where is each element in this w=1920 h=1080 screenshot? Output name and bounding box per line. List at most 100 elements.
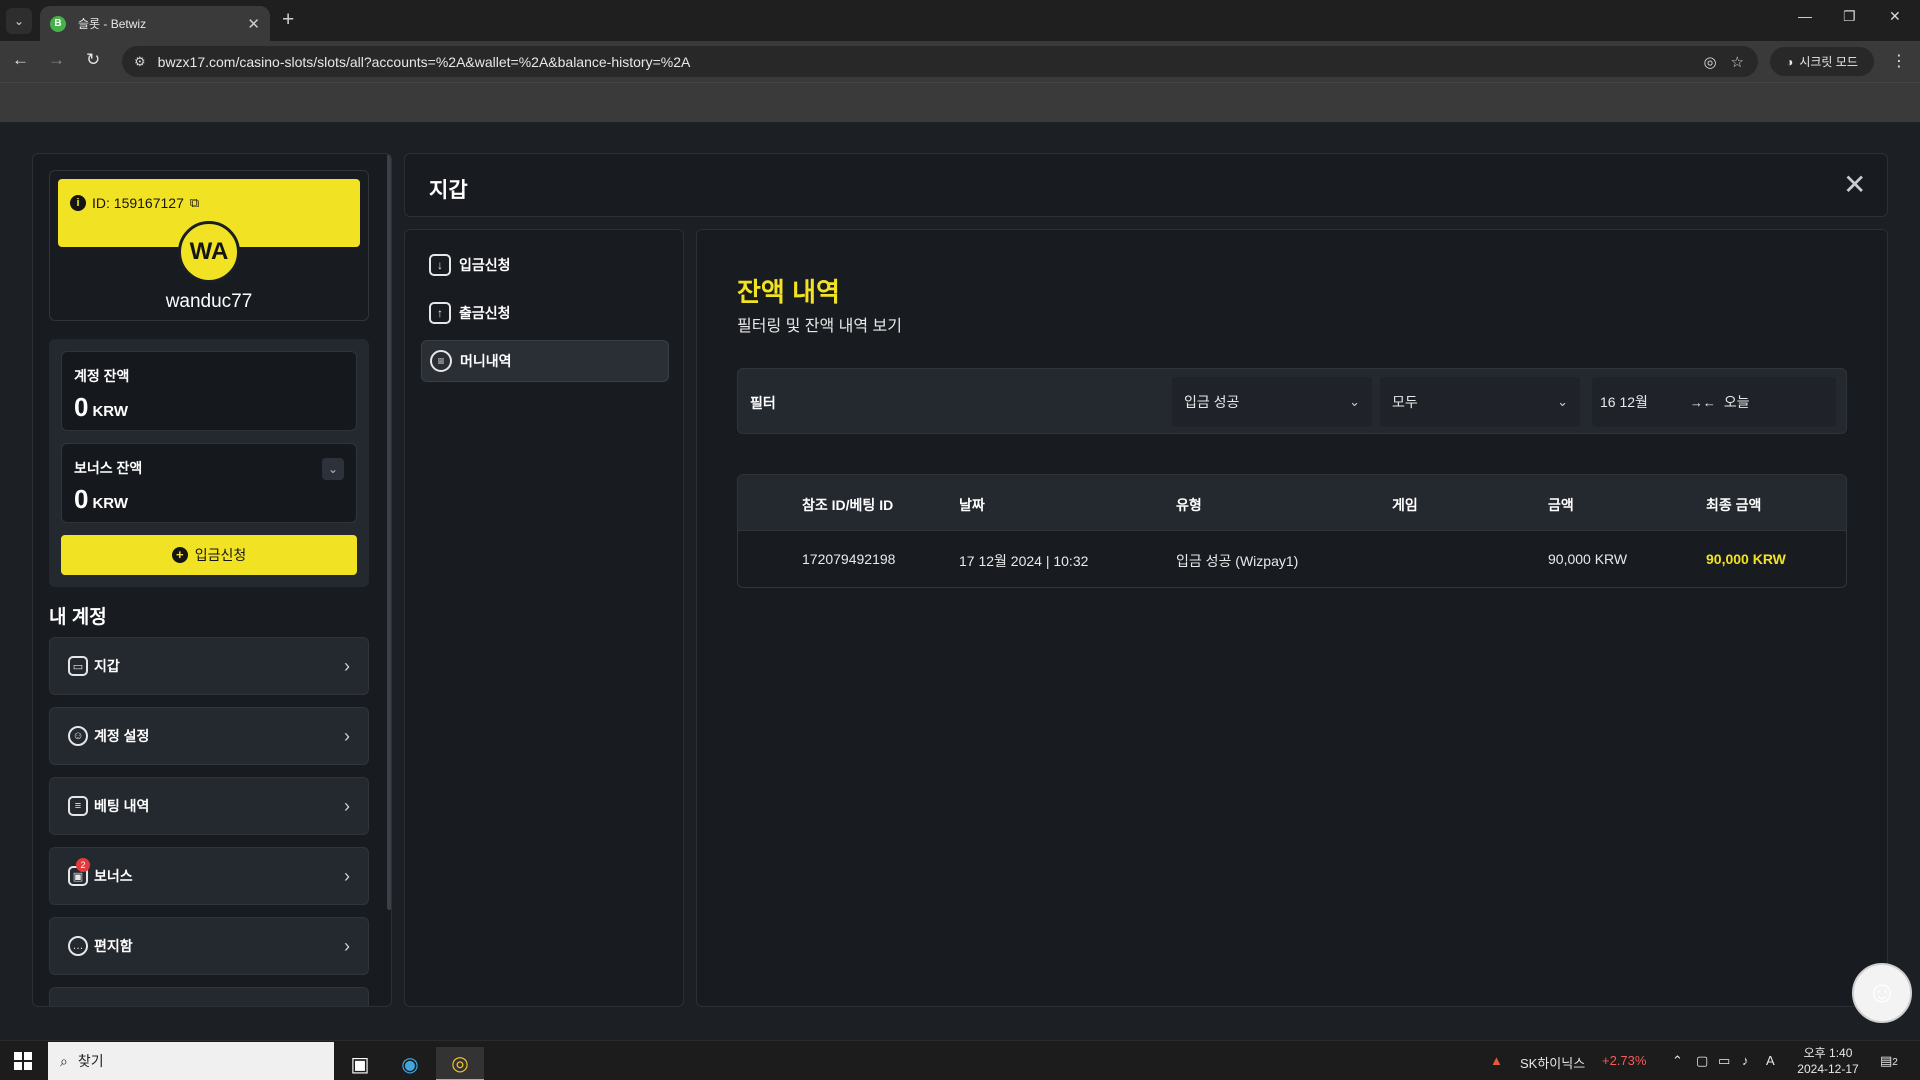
task-view-icon[interactable]: ▣ <box>336 1047 384 1080</box>
sidebar-item-bonus[interactable]: ▣ 2 보너스 › <box>49 847 369 905</box>
sidebar-scrollbar[interactable] <box>387 154 391 910</box>
forward-icon[interactable]: → <box>48 50 65 70</box>
notification-count: 2 <box>1892 1057 1898 1068</box>
sidebar-item-label: 베팅 내역 <box>94 798 150 814</box>
balances-panel: 계정 잔액 0 KRW 보너스 잔액 ⌄ 0 KRW + 입금신청 <box>49 339 369 587</box>
status-filter-value: 모두 <box>1392 394 1418 410</box>
sidebar-item-account-settings[interactable]: ☺ 계정 설정 › <box>49 707 369 765</box>
gift-icon: ▣ 2 <box>68 858 90 886</box>
bonus-balance-amount: 0 <box>74 484 89 514</box>
stock-widget-icon[interactable]: ▲ <box>1490 1053 1503 1068</box>
search-icon: ⌕ <box>60 1052 68 1069</box>
chevron-down-icon[interactable]: ⌄ <box>322 458 344 480</box>
deposit-button[interactable]: + 입금신청 <box>61 535 357 575</box>
browser-menu-icon[interactable]: ⋮ <box>1891 51 1907 71</box>
bonus-balance-value: 0 KRW <box>74 484 128 515</box>
date-range-picker[interactable]: 16 12월 →← 오늘 <box>1592 377 1836 427</box>
receipt-icon: ≡ <box>68 796 88 816</box>
close-tab-icon[interactable]: ✕ <box>247 15 260 33</box>
chat-assistant-avatar-icon[interactable]: ☺ <box>1852 963 1912 1023</box>
clock-date: 2024-12-17 <box>1797 1062 1859 1076</box>
copy-icon[interactable]: ⧉ <box>190 195 199 211</box>
address-bar[interactable]: ⚙ bwzx17.com/casino-slots/slots/all?acco… <box>122 46 1758 77</box>
star-icon[interactable]: ☆ <box>1731 53 1744 71</box>
account-balance-value: 0 KRW <box>74 392 128 423</box>
filter-bar: 필터 입금 성공 ⌄ 모두 ⌄ 16 12월 →← 오늘 <box>737 368 1847 434</box>
avatar: WA <box>178 221 240 283</box>
reload-icon[interactable]: ↻ <box>86 50 100 70</box>
bonus-badge: 2 <box>76 858 90 872</box>
chrome-icon[interactable]: ◎ <box>436 1047 484 1080</box>
status-filter-select[interactable]: 모두 ⌄ <box>1380 377 1580 427</box>
subnav-item-withdraw[interactable]: ↑ 출금신청 <box>421 292 669 334</box>
bonus-balance-label: 보너스 잔액 <box>74 460 143 476</box>
sidebar-item-more[interactable] <box>49 987 369 1006</box>
browser-tab[interactable]: B 슬롯 - Betwiz ✕ <box>40 6 270 41</box>
back-icon[interactable]: ← <box>12 50 29 70</box>
column-header: 금액 <box>1548 497 1574 513</box>
minimize-icon[interactable]: — <box>1798 8 1812 24</box>
ime-indicator[interactable]: A <box>1766 1053 1775 1068</box>
account-balance-card: 계정 잔액 0 KRW <box>61 351 357 431</box>
subnav-item-money-history[interactable]: ≡ 머니내역 <box>421 340 669 382</box>
column-header: 최종 금액 <box>1706 497 1762 513</box>
bonus-balance-unit: KRW <box>92 495 129 512</box>
tab-search-icon[interactable]: ⌄ <box>6 8 32 34</box>
sidebar-item-label: 보너스 <box>94 868 133 884</box>
volume-icon[interactable]: ♪ <box>1742 1053 1749 1068</box>
download-icon: ↓ <box>429 254 451 276</box>
sidebar-item-label: 편지함 <box>94 938 133 954</box>
date-cell: 17 12월 2024 | 10:32 <box>959 553 1089 569</box>
profile-id: i ID: 159167127 ⧉ <box>70 195 199 211</box>
balance-history-table: 참조 ID/베팅 ID 날짜 유형 게임 금액 최종 금액 1720794921… <box>737 474 1847 588</box>
tray-chevron-up-icon[interactable]: ⌃ <box>1672 1053 1683 1069</box>
sidebar-item-label: 지갑 <box>94 658 120 674</box>
incognito-indicator[interactable]: ◑ 시크릿 모드 <box>1770 47 1874 76</box>
plus-circle-icon: + <box>171 547 188 563</box>
subnav-item-label: 입금신청 <box>459 257 511 273</box>
page-title: 지갑 <box>429 179 468 202</box>
meet-icon[interactable]: ▢ <box>1696 1053 1708 1069</box>
type-filter-value: 입금 성공 <box>1184 394 1240 410</box>
site-info-icon[interactable]: ⚙ <box>134 54 146 70</box>
user-settings-icon: ☺ <box>68 726 88 746</box>
amount-cell: 90,000 KRW <box>1548 551 1628 567</box>
account-sidebar: i ID: 159167127 ⧉ WA wanduc77 계정 잔액 0 KRW… <box>32 153 392 1007</box>
notifications-icon[interactable]: ▤2 <box>1880 1053 1898 1069</box>
subnav-item-deposit[interactable]: ↓ 입금신청 <box>421 244 669 286</box>
account-balance-unit: KRW <box>92 403 129 420</box>
url-text[interactable]: bwzx17.com/casino-slots/slots/all?accoun… <box>158 54 1704 70</box>
stock-name[interactable]: SK하이닉스 <box>1520 1053 1585 1072</box>
restore-icon[interactable]: ❐ <box>1843 8 1856 25</box>
windows-start-icon[interactable] <box>14 1052 32 1070</box>
chevron-down-icon: ⌄ <box>1557 394 1568 409</box>
favicon-icon: B <box>50 15 66 32</box>
sidebar-item-inbox[interactable]: … 편지함 › <box>49 917 369 975</box>
sidebar-item-bet-history[interactable]: ≡ 베팅 내역 › <box>49 777 369 835</box>
incognito-label: 시크릿 모드 <box>1799 55 1858 69</box>
window-close-icon[interactable]: ✕ <box>1889 8 1901 25</box>
taskbar-clock[interactable]: 오후 1:40 2024-12-17 <box>1790 1045 1866 1077</box>
browser-tabstrip: ⌄ B 슬롯 - Betwiz ✕ + — ❐ ✕ <box>0 0 1920 41</box>
taskbar-search-label: 찾기 <box>77 1053 104 1069</box>
eye-off-icon[interactable]: ◎ <box>1703 53 1716 71</box>
new-tab-icon[interactable]: + <box>282 8 294 32</box>
taskbar-search[interactable]: ⌕ 찾기 <box>48 1042 334 1080</box>
column-header: 게임 <box>1392 497 1418 513</box>
table-row[interactable]: 172079492198 17 12월 2024 | 10:32 입금 성공 (… <box>738 531 1846 587</box>
username: wanduc77 <box>165 291 253 312</box>
date-from: 16 12월 <box>1600 394 1648 410</box>
message-icon: … <box>68 936 88 956</box>
final-amount-cell: 90,000 KRW <box>1706 551 1786 567</box>
sidebar-item-wallet[interactable]: ▭ 지갑 › <box>49 637 369 695</box>
network-icon[interactable]: ▭ <box>1718 1053 1730 1069</box>
type-filter-select[interactable]: 입금 성공 ⌄ <box>1172 377 1372 427</box>
account-balance-label: 계정 잔액 <box>74 368 130 384</box>
edge-icon[interactable]: ◉ <box>386 1047 434 1080</box>
chevron-right-icon: › <box>344 725 350 746</box>
wallet-header: 지갑 ✕ <box>404 153 1888 217</box>
upload-icon: ↑ <box>429 302 451 324</box>
history-icon: ≡ <box>430 350 452 372</box>
range-arrow-icon: →← <box>1689 394 1716 410</box>
close-icon[interactable]: ✕ <box>1843 168 1866 201</box>
